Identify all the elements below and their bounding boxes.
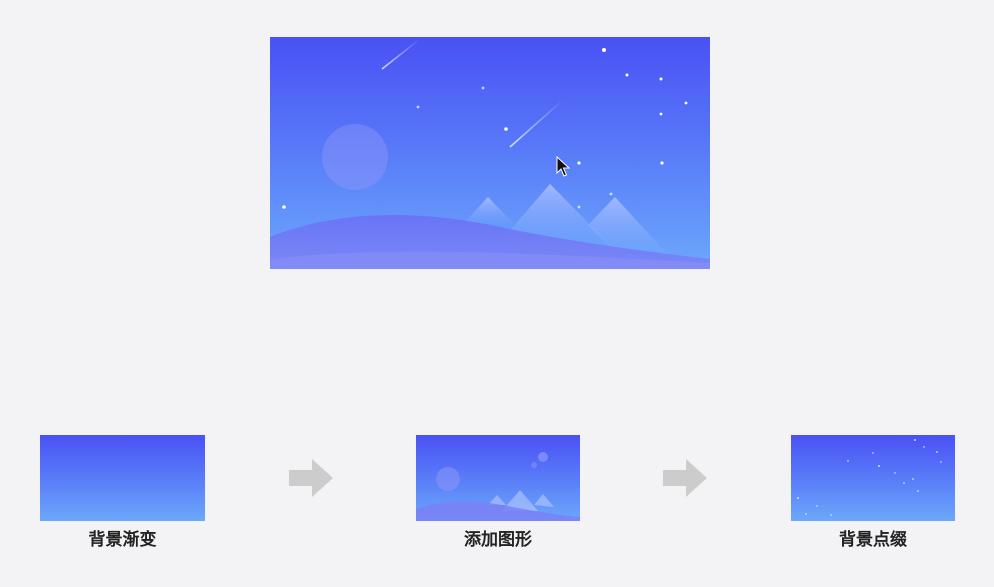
right-arrow-icon	[288, 458, 334, 498]
step-label-gradient: 背景渐变	[88, 530, 157, 550]
mountain-small	[463, 197, 514, 224]
step-thumbnail-decoration	[791, 435, 955, 521]
meteor-streak	[509, 99, 564, 148]
moon-shape	[322, 124, 388, 190]
step-thumbnail-gradient	[40, 435, 205, 521]
step-label-shapes: 添加图形	[464, 530, 532, 550]
meteor-streak	[381, 38, 421, 70]
mouse-pointer-icon	[556, 156, 570, 178]
thumb-stars-art	[797, 439, 942, 516]
step-label-decoration: 背景点缀	[839, 530, 907, 550]
hero-scene-art	[270, 38, 710, 269]
illustration-canvas: 背景渐变 添加图形 背景点缀	[0, 0, 994, 587]
thumb-shapes-art	[416, 452, 580, 521]
hero-illustration	[270, 37, 710, 269]
right-arrow-icon	[662, 458, 708, 498]
step-thumbnail-shapes	[416, 435, 580, 521]
